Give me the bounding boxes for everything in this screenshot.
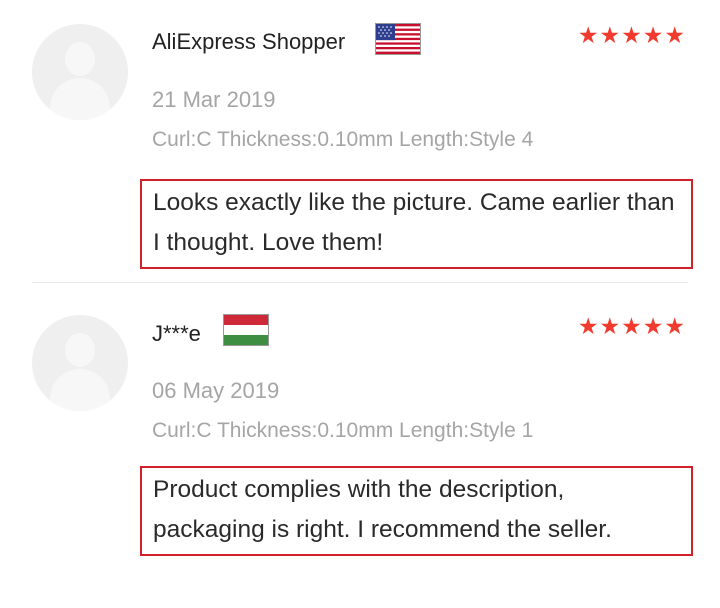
review-date: 06 May 2019 <box>152 378 280 403</box>
avatar-head-shape <box>65 42 95 76</box>
star-rating: ★★★★★ <box>577 313 686 339</box>
sku-info: Curl:C Thickness:0.10mm Length:Style 1 <box>152 419 534 442</box>
hu-flag-icon <box>223 314 269 346</box>
avatar-body-shape <box>50 78 110 120</box>
avatar[interactable] <box>32 315 128 411</box>
review-comment: Looks exactly like the picture. Came ear… <box>140 179 693 269</box>
review-item: J***e ★★★★★ 06 May 2019 Curl:C Thickness… <box>0 283 720 608</box>
reviewer-name: AliExpress Shopper <box>152 29 346 54</box>
avatar-body-shape <box>50 369 110 411</box>
star-rating: ★★★★★ <box>577 22 686 48</box>
avatar-head-shape <box>65 333 95 367</box>
avatar[interactable] <box>32 24 128 120</box>
review-date: 21 Mar 2019 <box>152 87 276 112</box>
us-flag-icon <box>375 23 421 55</box>
review-comment: Product complies with the description, p… <box>140 466 693 556</box>
sku-info: Curl:C Thickness:0.10mm Length:Style 4 <box>152 128 534 151</box>
review-item: AliExpress Shopper ★★★★★ 21 Mar 2019 Cur… <box>0 0 720 282</box>
reviewer-name: J***e <box>152 321 201 346</box>
